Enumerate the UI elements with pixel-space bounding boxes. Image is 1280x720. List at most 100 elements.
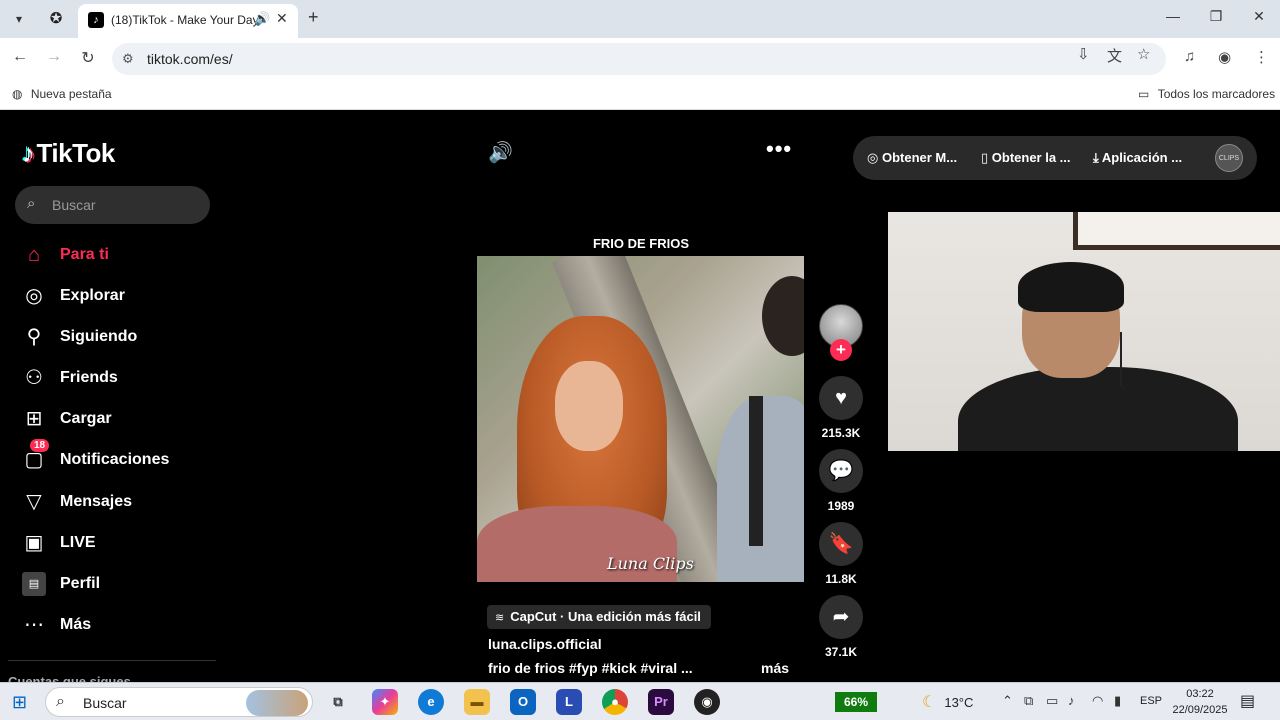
sidebar-item-cargar[interactable]: ⊞ Cargar xyxy=(22,404,222,436)
comment-icon[interactable]: 💬 xyxy=(819,449,863,493)
file-explorer-icon[interactable]: ▬ xyxy=(464,689,490,715)
outlook-icon[interactable]: O xyxy=(510,689,536,715)
capcut-anchor[interactable]: ≋ CapCut · Una edición más fácil xyxy=(487,605,711,629)
sidebar-divider xyxy=(8,660,216,661)
tiktok-page: ♪TikTok ⌕ Buscar ⌂ Para ti ◎ Explorar ⚲ … xyxy=(0,114,1280,689)
description-more-link[interactable]: más xyxy=(761,660,789,676)
battery-percentage-badge[interactable]: 66% xyxy=(835,692,877,712)
task-view-icon[interactable]: ⧉ xyxy=(325,689,351,715)
bookmark-star-icon[interactable]: ☆ xyxy=(1137,45,1150,63)
webcam-headset xyxy=(1120,332,1130,392)
sidebar-item-label: Más xyxy=(60,616,92,633)
video-player[interactable]: Luna Clips xyxy=(477,256,804,582)
user-follow-icon: ⚲ xyxy=(26,326,42,348)
bookmark-icon[interactable]: 🔖 xyxy=(819,522,863,566)
get-app-label: Obtener la ... xyxy=(991,150,1071,165)
minimize-icon[interactable]: — xyxy=(1163,8,1183,24)
site-info-icon[interactable]: ⚙ xyxy=(122,51,134,67)
copilot-icon[interactable]: ✦ xyxy=(372,689,398,715)
forward-arrow-icon[interactable]: → xyxy=(43,48,65,66)
sidebar-item-perfil[interactable]: ▤ Perfil xyxy=(22,569,222,601)
tab-title: (18)TikTok - Make Your Day xyxy=(111,13,259,27)
chrome-icon[interactable]: ● xyxy=(602,689,628,715)
screen: ▾ ✪ ♪ (18)TikTok - Make Your Day 🔊 ✕ + —… xyxy=(0,0,1280,720)
top-actions-bar: ◎ Obtener M... ▯ Obtener la ... ⤓ Aplica… xyxy=(853,136,1257,180)
wifi-icon[interactable]: ◠ xyxy=(1092,693,1103,709)
url-omnibox[interactable]: ⚙ tiktok.com/es/ xyxy=(112,43,1166,75)
tiktok-favicon-icon: ♪ xyxy=(88,12,104,28)
sidebar-item-friends[interactable]: ⚇ Friends xyxy=(22,363,222,395)
obs-recording-icon[interactable]: ◉ xyxy=(694,689,720,715)
get-coins-button[interactable]: ◎ Obtener M... xyxy=(867,150,957,166)
webcam-overlay xyxy=(888,212,1280,451)
pinned-tab-icon[interactable]: ✪ xyxy=(44,8,68,30)
microphone-icon[interactable]: ▮ xyxy=(1114,693,1121,709)
user-avatar[interactable]: CLIPS xyxy=(1215,144,1243,172)
tray-chevron-up-icon[interactable]: ⌃ xyxy=(1002,693,1013,709)
download-app-button[interactable]: ⤓ Aplicación ... xyxy=(1093,150,1182,166)
sidebar-item-para-ti[interactable]: ⌂ Para ti xyxy=(22,240,222,272)
all-bookmarks[interactable]: ▭ Todos los marcadores xyxy=(1138,87,1275,101)
weather-widget[interactable]: ☾ 13°C xyxy=(922,692,973,712)
back-arrow-icon[interactable]: ← xyxy=(9,48,31,66)
compass-icon: ◎ xyxy=(25,285,43,307)
profile-icon[interactable]: ◉ xyxy=(1218,48,1231,66)
new-tab-plus-icon[interactable]: + xyxy=(308,7,319,28)
tray-app-icon[interactable]: ⧉ xyxy=(1024,693,1033,709)
download-app-label: Aplicación ... xyxy=(1101,150,1183,165)
windows-start-icon[interactable]: ⊞ xyxy=(12,692,27,713)
sidebar-item-live[interactable]: ▣ LIVE xyxy=(22,528,222,560)
search-placeholder: Buscar xyxy=(52,197,96,213)
app-l-icon[interactable]: L xyxy=(556,689,582,715)
url-text[interactable]: tiktok.com/es/ xyxy=(147,51,233,67)
search-input[interactable]: ⌕ Buscar xyxy=(15,186,210,224)
search-icon: ⌕ xyxy=(56,693,65,710)
get-app-button[interactable]: ▯ Obtener la ... xyxy=(981,150,1071,166)
edge-browser-icon[interactable]: e xyxy=(418,689,444,715)
share-arrow-icon[interactable]: ➦ xyxy=(819,595,863,639)
sidebar-item-mas[interactable]: ⋯ Más xyxy=(22,610,222,642)
upload-icon: ⊞ xyxy=(25,408,43,430)
video-author[interactable]: luna.clips.official xyxy=(488,636,602,652)
friends-icon: ⚇ xyxy=(25,367,43,389)
tab-close-icon[interactable]: ✕ xyxy=(276,10,288,27)
sidebar-item-label: Explorar xyxy=(60,287,125,304)
video-watermark: Luna Clips xyxy=(607,554,694,573)
premiere-pro-icon[interactable]: Pr xyxy=(648,689,674,715)
sidebar-item-label: Cargar xyxy=(60,410,112,427)
reload-icon[interactable]: ↻ xyxy=(77,48,99,68)
chrome-menu-icon[interactable]: ⋮ xyxy=(1254,48,1269,66)
sidebar-item-label: Siguiendo xyxy=(60,328,138,345)
media-controls-icon[interactable]: ♫ xyxy=(1184,48,1195,65)
install-app-icon[interactable]: ⇩ xyxy=(1077,45,1090,63)
sidebar-item-explorar[interactable]: ◎ Explorar xyxy=(22,281,222,313)
taskbar-search-input[interactable]: ⌕ Buscar xyxy=(45,687,313,717)
sidebar-item-label: LIVE xyxy=(60,534,96,551)
tab-audio-icon[interactable]: 🔊 xyxy=(254,11,270,27)
sidebar-item-notificaciones[interactable]: ▢ 18 Notificaciones xyxy=(22,439,222,477)
video-title: FRIO DE FRIOS xyxy=(592,236,690,251)
input-language[interactable]: ESP xyxy=(1140,695,1162,707)
follow-plus-icon[interactable]: + xyxy=(830,339,852,361)
sidebar-item-mensajes[interactable]: ▽ Mensajes xyxy=(22,487,222,519)
translate-icon[interactable]: 文 xyxy=(1107,45,1122,66)
all-bookmarks-label: Todos los marcadores xyxy=(1157,87,1276,101)
tiktok-logo[interactable]: ♪TikTok xyxy=(22,138,115,169)
webcam-picture-frame xyxy=(1073,212,1280,250)
restore-icon[interactable]: ❐ xyxy=(1206,8,1226,25)
notification-center-icon[interactable]: ▤ xyxy=(1240,691,1255,711)
like-heart-icon[interactable]: ♥ xyxy=(819,376,863,420)
system-clock[interactable]: 03:22 22/09/2025 xyxy=(1170,686,1230,718)
taskbar-search-placeholder: Buscar xyxy=(83,695,127,711)
folder-icon: ▭ xyxy=(1138,87,1150,101)
tab-search-chevron-icon[interactable]: ▾ xyxy=(8,9,30,29)
video-more-options-icon[interactable]: ••• xyxy=(766,136,792,162)
sidebar-item-siguiendo[interactable]: ⚲ Siguiendo xyxy=(22,322,222,354)
battery-icon[interactable]: ▭ xyxy=(1046,693,1058,709)
video-scene-face xyxy=(555,361,623,451)
window-close-icon[interactable]: ✕ xyxy=(1249,8,1269,25)
active-tab[interactable]: ♪ (18)TikTok - Make Your Day 🔊 ✕ xyxy=(78,4,298,38)
bookmark-nueva-pestana[interactable]: ◍ Nueva pestaña xyxy=(12,87,112,101)
speaker-icon[interactable]: ♪ xyxy=(1068,693,1075,708)
volume-icon[interactable]: 🔊 xyxy=(488,140,513,165)
